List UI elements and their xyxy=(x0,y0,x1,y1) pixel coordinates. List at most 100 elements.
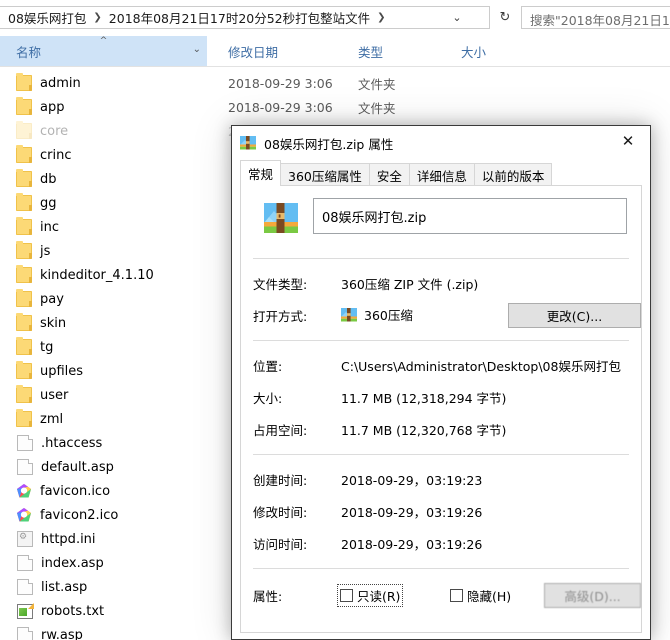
file-name-label: tg xyxy=(40,339,54,355)
modified-value: 2018-09-29，03:19:26 xyxy=(341,505,483,520)
divider-3 xyxy=(253,454,629,456)
file-name-label: favicon.ico xyxy=(40,483,111,499)
file-name-label: js xyxy=(40,243,51,259)
text-editor-icon xyxy=(17,603,33,619)
size-value: 11.7 MB (12,318,294 字节) xyxy=(341,391,507,406)
file-name-label: gg xyxy=(40,195,57,211)
column-header-0[interactable]: ^ 名称 ⌄ xyxy=(0,36,208,66)
file-name-cell[interactable]: zml xyxy=(16,409,63,427)
file-name-cell[interactable]: list.asp xyxy=(16,579,87,595)
file-name-cell[interactable]: admin xyxy=(16,73,81,91)
advanced-button[interactable]: 高级(D)... xyxy=(544,583,641,608)
search-input[interactable]: 搜索"2018年08月21日17时2... xyxy=(521,6,670,29)
zip-app-icon xyxy=(341,307,357,323)
change-button[interactable]: 更改(C)... xyxy=(508,303,641,328)
file-name-cell[interactable]: kindeditor_4.1.10 xyxy=(16,265,154,283)
disk-size-value: 11.7 MB (12,320,768 字节) xyxy=(341,423,507,438)
file-date-cell: 2018-09-29 3:06 xyxy=(228,75,333,91)
folder-icon xyxy=(16,217,32,235)
file-name-cell[interactable]: rw.asp xyxy=(16,627,83,640)
address-bar[interactable]: 08娱乐网打包 ❯ 2018年08月21日17时20分52秒打包整站文件 ❯ ⌄ xyxy=(0,6,490,29)
tab-panel-general: 08娱乐网打包.zip 文件类型: 360压缩 ZIP 文件 (.zip) 打开… xyxy=(240,185,642,633)
file-name-cell[interactable]: httpd.ini xyxy=(16,531,96,547)
file-name-cell[interactable]: default.asp xyxy=(16,459,114,475)
file-name-label: user xyxy=(40,387,69,403)
filename-input[interactable]: 08娱乐网打包.zip xyxy=(313,198,627,234)
file-name-cell[interactable]: .htaccess xyxy=(16,435,102,451)
created-row: 创建时间: 2018-09-29，03:19:23 xyxy=(253,470,629,490)
file-name-label: app xyxy=(40,99,65,115)
column-header-2[interactable]: 类型 xyxy=(342,36,445,66)
file-name-label: crinc xyxy=(40,147,72,163)
column-header-label: 名称 xyxy=(16,44,42,60)
file-name-cell[interactable]: skin xyxy=(16,313,66,331)
file-name-cell[interactable]: app xyxy=(16,97,65,115)
tab-strip[interactable]: 常规 360压缩属性 安全 详细信息 以前的版本 xyxy=(240,160,642,186)
file-name-cell[interactable]: inc xyxy=(16,217,59,235)
file-name-cell[interactable]: tg xyxy=(16,337,54,355)
dialog-title-bar[interactable]: 08娱乐网打包.zip 属性 ✕ xyxy=(232,126,650,160)
file-name-cell[interactable]: core xyxy=(16,121,69,139)
created-label: 创建时间: xyxy=(253,473,308,488)
file-type-row: 文件类型: 360压缩 ZIP 文件 (.zip) xyxy=(253,274,629,294)
file-name-cell[interactable]: js xyxy=(16,241,51,259)
attributes-label: 属性: xyxy=(253,589,283,604)
folder-icon xyxy=(16,409,32,427)
file-name-label: core xyxy=(40,123,69,139)
file-name-cell[interactable]: db xyxy=(16,169,57,187)
file-name-label: admin xyxy=(40,75,81,91)
column-header-1[interactable]: 修改日期 xyxy=(212,36,342,66)
column-header-label: 修改日期 xyxy=(228,44,279,60)
tab-4[interactable]: 以前的版本 xyxy=(473,163,553,186)
chevron-down-icon[interactable]: ⌄ xyxy=(193,44,201,55)
file-row[interactable]: app 2018-09-29 3:06 文件夹 xyxy=(0,95,670,119)
file-date-cell: 2018-09-29 3:06 xyxy=(228,99,333,115)
folder-icon xyxy=(16,337,32,355)
tab-3[interactable]: 详细信息 xyxy=(408,163,475,186)
refresh-icon[interactable]: ↻ xyxy=(494,7,516,28)
file-name-cell[interactable]: gg xyxy=(16,193,57,211)
file-name-cell[interactable]: robots.txt xyxy=(16,603,105,619)
breadcrumb[interactable]: 08娱乐网打包 ❯ 2018年08月21日17时20分52秒打包整站文件 ❯ xyxy=(5,7,388,28)
file-type-value: 360压缩 ZIP 文件 (.zip) xyxy=(341,277,479,292)
file-name-cell[interactable]: favicon.ico xyxy=(16,483,110,499)
file-icon xyxy=(17,627,33,640)
column-header-3[interactable]: 大小 xyxy=(445,36,555,66)
checkbox-box[interactable] xyxy=(340,589,353,602)
file-name-cell[interactable]: upfiles xyxy=(16,361,83,379)
file-icon xyxy=(17,579,33,595)
checkbox-box[interactable] xyxy=(450,589,463,602)
file-row[interactable]: admin 2018-09-29 3:06 文件夹 xyxy=(0,71,670,95)
location-row: 位置: C:\Users\Administrator\Desktop\08娱乐网… xyxy=(253,356,629,376)
file-name-label: .htaccess xyxy=(41,435,103,451)
breadcrumb-separator-trailing[interactable]: ❯ xyxy=(375,12,387,23)
tab-0[interactable]: 常规 xyxy=(240,160,282,186)
disk-size-label: 占用空间: xyxy=(253,423,308,438)
breadcrumb-separator: ❯ xyxy=(93,12,102,23)
close-icon[interactable]: ✕ xyxy=(606,126,650,156)
breadcrumb-item-0[interactable]: 08娱乐网打包 xyxy=(5,7,89,28)
breadcrumb-item-1[interactable]: 2018年08月21日17时20分52秒打包整站文件 xyxy=(106,7,373,28)
attributes-row: 属性: 只读(R) 隐藏(H) 高级(D)... xyxy=(253,583,641,608)
tab-1[interactable]: 360压缩属性 xyxy=(280,163,370,186)
file-name-cell[interactable]: favicon2.ico xyxy=(16,507,118,523)
file-name-cell[interactable]: crinc xyxy=(16,145,72,163)
file-name-label: list.asp xyxy=(41,579,88,595)
hidden-checkbox[interactable]: 隐藏(H) xyxy=(450,586,511,605)
file-type-cell: 文件夹 xyxy=(358,100,396,116)
file-name-cell[interactable]: pay xyxy=(16,289,64,307)
tab-2[interactable]: 安全 xyxy=(368,163,410,186)
folder-icon xyxy=(16,265,32,283)
column-header-label: 类型 xyxy=(358,44,384,60)
file-name-label: default.asp xyxy=(41,459,114,475)
folder-icon xyxy=(16,169,32,187)
file-name-label: robots.txt xyxy=(41,603,105,619)
favicon-icon xyxy=(16,507,32,523)
chevron-down-icon[interactable]: ⌄ xyxy=(449,10,465,26)
divider-2 xyxy=(253,340,629,342)
readonly-checkbox[interactable]: 只读(R) xyxy=(336,584,404,607)
file-name-cell[interactable]: index.asp xyxy=(16,555,104,571)
file-name-cell[interactable]: user xyxy=(16,385,69,403)
folder-icon xyxy=(16,193,32,211)
hidden-label: 隐藏(H) xyxy=(467,589,512,604)
